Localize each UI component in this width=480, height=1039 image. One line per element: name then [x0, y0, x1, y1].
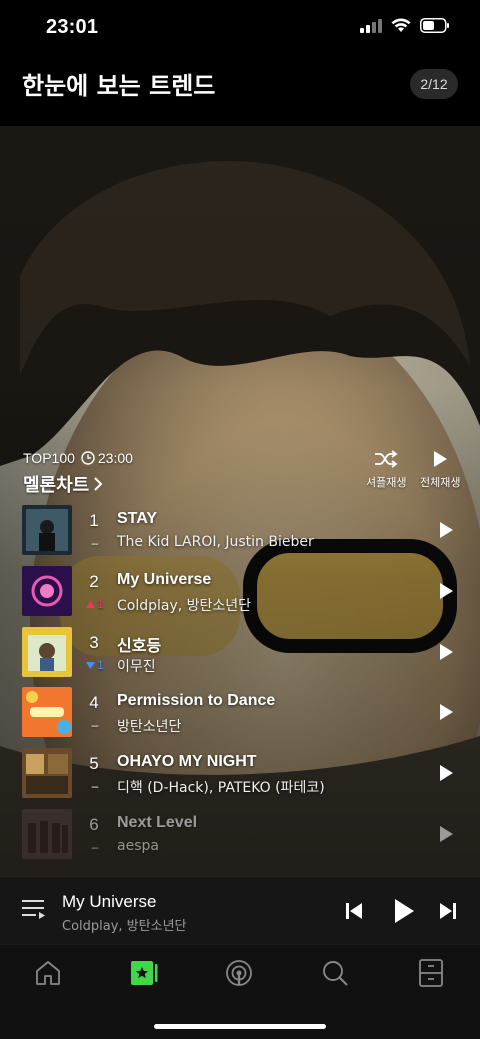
chart-title: 멜론차트	[23, 475, 90, 496]
chart-row[interactable]: 5 – OHAYO MY NIGHT 디핵 (D-Hack), PATEKO (…	[0, 747, 480, 803]
rank-change: 1	[82, 658, 108, 672]
status-time: 23:01	[46, 16, 99, 38]
chart-update-time: 23:00	[81, 450, 133, 466]
song-title: Permission to Dance	[117, 692, 276, 709]
next-track-icon[interactable]	[438, 901, 458, 921]
rank-up-icon	[86, 600, 96, 608]
rank-change-value: –	[91, 779, 99, 793]
chart-meta: TOP100 23:00	[23, 450, 133, 466]
now-playing-title: My Universe	[62, 892, 157, 911]
shuffle-icon	[375, 450, 398, 468]
tab-search[interactable]	[319, 957, 351, 989]
album-art	[22, 809, 72, 859]
rank: 4	[89, 693, 99, 712]
playlist-icon[interactable]	[22, 899, 46, 921]
rank-down-icon	[86, 661, 96, 669]
song-artist: 방탄소년단	[117, 719, 182, 735]
wifi-icon	[391, 18, 411, 32]
album-art	[22, 627, 72, 677]
rank-change: –	[82, 840, 108, 854]
song-artist: aespa	[117, 838, 159, 854]
play-icon[interactable]	[437, 824, 455, 844]
rank-change-value: –	[91, 718, 99, 732]
tab-podcast[interactable]	[223, 957, 255, 989]
song-artist: Coldplay, 방탄소년단	[117, 598, 252, 614]
rank: 2	[89, 572, 99, 591]
status-icons	[360, 18, 450, 33]
chart-time-value: 23:00	[97, 450, 133, 466]
album-art	[22, 505, 72, 555]
play-icon	[434, 451, 448, 467]
play-icon[interactable]	[437, 763, 455, 783]
song-artist: 디핵 (D-Hack), PATEKO (파테코)	[117, 780, 325, 796]
chart-row[interactable]: 2 1 My Universe Coldplay, 방탄소년단	[0, 565, 480, 621]
rank: 6	[89, 815, 99, 834]
chart-title-link[interactable]: 멜론차트	[23, 471, 103, 497]
play-icon[interactable]	[437, 642, 455, 662]
rank-change-value: 1	[97, 597, 104, 611]
battery-icon	[420, 18, 449, 33]
shuffle-play-button[interactable]: 셔플재생	[366, 450, 406, 490]
melon-chart-card[interactable]: TOP100 23:00 멜론차트 셔플재생 전체재생 1 – STAY The…	[0, 126, 480, 876]
play-icon[interactable]	[437, 702, 455, 722]
chart-row[interactable]: 6 – Next Level aespa	[0, 808, 480, 864]
library-icon	[419, 959, 443, 987]
page-title: 한눈에 보는 트렌드	[22, 72, 216, 100]
play-icon[interactable]	[437, 520, 455, 540]
rank-change: 1	[82, 597, 108, 611]
rank-change: –	[82, 536, 108, 550]
chart-label: TOP100	[23, 450, 75, 466]
rank-change: –	[82, 718, 108, 732]
home-indicator	[154, 1024, 326, 1029]
album-art	[22, 566, 72, 616]
song-artist: 이무진	[117, 659, 156, 675]
rank: 3	[89, 633, 99, 652]
rank-change-value: –	[91, 840, 99, 854]
song-title: 신호등	[117, 638, 162, 655]
play-all-button[interactable]: 전체재생	[420, 450, 460, 490]
play-pause-icon[interactable]	[392, 897, 416, 925]
previous-track-icon[interactable]	[344, 901, 364, 921]
chart-row[interactable]: 3 1 신호등 이무진	[0, 626, 480, 682]
shuffle-label: 셔플재생	[366, 476, 407, 489]
tab-melon-chart[interactable]	[128, 957, 160, 989]
page-indicator-badge: 2/12	[410, 69, 458, 99]
chevron-right-icon	[94, 477, 103, 491]
chart-row[interactable]: 1 – STAY The Kid LAROI, Justin Bieber	[0, 504, 480, 560]
podcast-icon	[226, 960, 252, 986]
album-art	[22, 748, 72, 798]
play-icon[interactable]	[437, 581, 455, 601]
play-all-label: 전체재생	[420, 476, 461, 489]
tab-library[interactable]	[415, 957, 447, 989]
melon-chart-icon	[131, 961, 158, 985]
home-icon	[36, 961, 60, 985]
song-title: STAY	[117, 510, 158, 527]
search-icon	[323, 961, 348, 986]
rank-change: –	[82, 779, 108, 793]
song-title: My Universe	[117, 571, 212, 588]
now-playing-artist: Coldplay, 방탄소년단	[62, 919, 187, 934]
song-artist: The Kid LAROI, Justin Bieber	[117, 534, 314, 550]
chart-row[interactable]: 4 – Permission to Dance 방탄소년단	[0, 686, 480, 742]
song-title: Next Level	[117, 814, 198, 831]
rank-change-value: –	[91, 536, 99, 550]
cellular-signal-icon	[360, 18, 382, 33]
mini-player[interactable]: My Universe Coldplay, 방탄소년단	[0, 876, 480, 944]
status-bar: 23:01	[0, 0, 480, 54]
rank: 5	[89, 754, 99, 773]
clock-icon	[81, 451, 95, 465]
album-art	[22, 687, 72, 737]
trend-header: 한눈에 보는 트렌드 2/12	[0, 54, 480, 126]
rank: 1	[89, 511, 99, 530]
tab-home[interactable]	[32, 957, 64, 989]
song-title: OHAYO MY NIGHT	[117, 753, 257, 770]
rank-change-value: 1	[97, 658, 104, 672]
